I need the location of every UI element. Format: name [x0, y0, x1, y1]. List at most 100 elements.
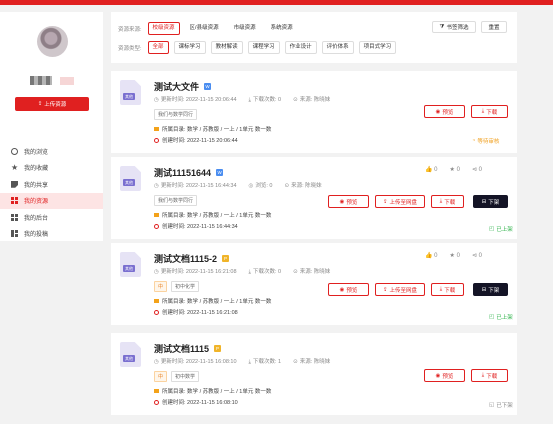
resource-card: 其他 测试大文件 W ◷ 更新时间: 2022-11-15 20:06:44 ⤓ 下… — [111, 71, 517, 153]
unlist-icon: ⊟ — [481, 198, 487, 205]
share-count[interactable]: ⊲ 0 — [472, 166, 482, 173]
file-type-tag: 其他 — [123, 265, 135, 272]
type-chip-standards[interactable]: 课标学习 — [173, 41, 206, 54]
type-chip-all[interactable]: 全部 — [147, 41, 169, 54]
resource-source: ⊙ 来源: 陈晓妹 — [293, 269, 331, 275]
check-icon: ◰ — [489, 314, 495, 320]
preview-button[interactable]: ◉ 预览 — [328, 195, 369, 208]
preview-button[interactable]: ◉ 预览 — [328, 283, 369, 296]
top-accent-bar — [0, 0, 553, 5]
unlist-button[interactable]: ⊟ 下架 — [473, 195, 508, 208]
source-chip-district[interactable]: 区/县级资源 — [185, 22, 224, 35]
created-line: 创建时间: 2022-11-15 16:08:10 — [154, 398, 238, 406]
update-time: ◷ 更新时间: 2022-11-15 20:06:44 — [154, 97, 237, 103]
resource-tag: 初中数学 — [171, 371, 200, 382]
eye-icon — [11, 147, 18, 155]
level-tag: 中 — [154, 281, 168, 292]
ppt-doc-icon: P — [214, 345, 222, 352]
folder-icon — [154, 213, 159, 217]
preview-button[interactable]: ◉ 预览 — [424, 369, 465, 382]
eye-icon: ◉ — [435, 372, 441, 379]
thumb-up-icon: 👍 — [425, 253, 433, 259]
file-type-tag: 其他 — [123, 355, 135, 362]
person-icon: ⊙ — [293, 97, 298, 103]
like-count[interactable]: 👍 0 — [425, 166, 438, 173]
clock-icon — [154, 399, 159, 405]
avatar[interactable] — [37, 26, 68, 57]
download-icon: ⤓ — [481, 372, 485, 378]
upload-icon: ⇪ — [382, 286, 388, 293]
download-icon: ⤓ — [439, 198, 443, 204]
source-chip-system[interactable]: 系统资源 — [266, 22, 298, 35]
download-icon: ⤓ — [248, 269, 251, 275]
share-icon — [11, 180, 18, 188]
unlist-button[interactable]: ⊟ 下架 — [473, 283, 508, 296]
preview-button[interactable]: ◉ 预览 — [424, 105, 465, 118]
share-icon: ⊲ — [471, 253, 477, 259]
sidebar: ⇪ 上传资源 我的浏览 ★ 我的收藏 我的共享 我的资源 我的后台 我的投稿 — [0, 12, 103, 241]
clock-icon — [154, 137, 159, 143]
sidebar-item-shared[interactable]: 我的共享 — [0, 176, 103, 193]
created-line: 创建时间: 2022-11-15 20:06:44 — [154, 136, 238, 144]
type-chip-course[interactable]: 课程学习 — [247, 41, 280, 54]
resource-title[interactable]: 测试大文件 — [154, 80, 199, 93]
type-chip-evaluation[interactable]: 评价体系 — [321, 41, 354, 54]
share-count[interactable]: ⊲ 0 — [472, 252, 482, 259]
sidebar-item-submissions[interactable]: 我的投稿 — [0, 226, 103, 243]
type-chip-project[interactable]: 项目式学习 — [358, 41, 397, 54]
star-count[interactable]: ★ 0 — [450, 252, 460, 259]
ppt-doc-icon: P — [222, 255, 230, 262]
folder-icon — [154, 389, 159, 393]
resource-source: ⊙ 来源: 陈晓妹 — [293, 97, 331, 103]
upload-to-cloud-button[interactable]: ⇪ 上传至网盘 — [375, 195, 425, 208]
download-button[interactable]: ⤓ 下载 — [431, 195, 464, 208]
download-count: ⤓ 下载次数: 0 — [248, 97, 282, 103]
status-badge: ◔ 等待审核 — [472, 138, 500, 145]
sidebar-item-favorites[interactable]: ★ 我的收藏 — [0, 160, 103, 177]
word-doc-icon: W — [216, 169, 224, 176]
source-chip-school[interactable]: 校级资源 — [147, 22, 180, 35]
file-type-tag: 其他 — [123, 93, 135, 100]
person-icon: ⊙ — [293, 359, 298, 365]
download-count: ⤓ 下载次数: 1 — [248, 359, 282, 365]
sidebar-item-backend[interactable]: 我的后台 — [0, 209, 103, 226]
like-count[interactable]: 👍 0 — [425, 252, 438, 259]
download-icon: ⤓ — [481, 108, 485, 114]
update-time: ◷ 更新时间: 2022-11-15 16:44:34 — [154, 183, 237, 189]
star-count[interactable]: ★ 0 — [450, 166, 460, 173]
type-filter-label: 资源类型: — [118, 45, 142, 52]
sidebar-item-browse[interactable]: 我的浏览 — [0, 143, 103, 160]
eye-icon: ◉ — [339, 286, 345, 293]
source-filter-row: 资源来源: 校级资源 区/县级资源 市级资源 系统资源 — [118, 22, 298, 35]
folder-icon — [154, 127, 159, 131]
download-count: ⤓ 下载次数: 0 — [248, 269, 282, 275]
resource-source: ⊙ 来源: 陈晓妹 — [284, 183, 322, 189]
resource-source: ⊙ 来源: 陈晓妹 — [293, 359, 331, 365]
sidebar-item-resources[interactable]: 我的资源 — [0, 192, 103, 209]
source-chip-city[interactable]: 市级资源 — [229, 22, 261, 35]
reset-button[interactable]: 重置 — [481, 21, 507, 33]
unlisted-icon: ◱ — [489, 402, 495, 408]
download-button[interactable]: ⤓ 下载 — [431, 283, 464, 296]
resource-tag: 我们与数学同行 — [154, 195, 198, 206]
resource-title[interactable]: 测试11151644 — [154, 166, 211, 179]
type-chip-homework[interactable]: 作业设计 — [284, 41, 317, 54]
resource-title[interactable]: 测试文档1115-2 — [154, 252, 217, 265]
star-icon: ★ — [449, 167, 455, 173]
download-button[interactable]: ⤓ 下载 — [471, 369, 508, 382]
star-icon: ★ — [11, 163, 19, 173]
upload-to-cloud-button[interactable]: ⇪ 上传至网盘 — [375, 283, 425, 296]
eye-icon: ◉ — [435, 108, 441, 115]
star-icon: ★ — [449, 253, 455, 259]
resource-title[interactable]: 测试文档1115 — [154, 342, 209, 355]
upload-resource-button[interactable]: ⇪ 上传资源 — [15, 97, 89, 111]
type-filter-row: 资源类型: 全部 课标学习 教材解读 课程学习 作业设计 评价体系 项目式学习 — [118, 41, 397, 54]
hourglass-icon: ◔ — [472, 138, 476, 144]
word-doc-icon: W — [204, 83, 212, 90]
condition-filter-button[interactable]: ⧩ 书签筛选 — [432, 21, 476, 33]
filter-icon: ⧩ — [439, 23, 445, 30]
download-icon: ⤓ — [248, 359, 251, 365]
download-button[interactable]: ⤓ 下载 — [471, 105, 508, 118]
type-chip-textbook[interactable]: 教材解读 — [210, 41, 243, 54]
level-tag: 中 — [154, 371, 168, 382]
